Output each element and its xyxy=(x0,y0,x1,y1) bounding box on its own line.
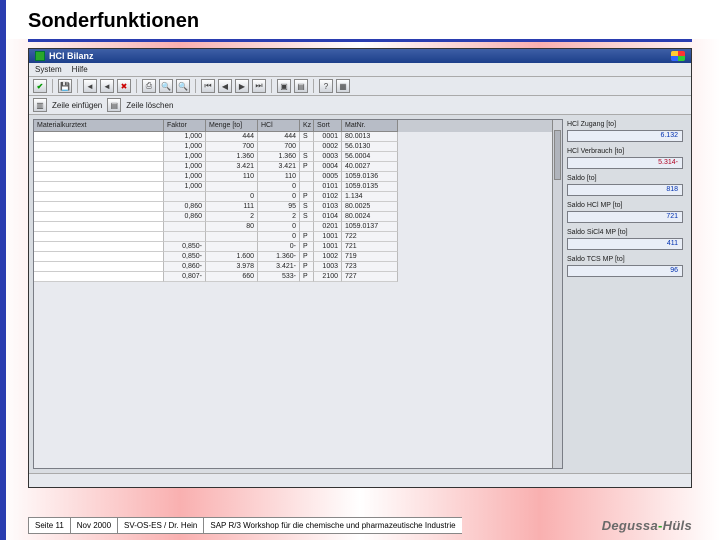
layout-icon[interactable]: ▦ xyxy=(336,79,350,93)
cancel-icon[interactable]: ✖ xyxy=(117,79,131,93)
table-row[interactable]: 0,850-0-P1001721 xyxy=(34,242,552,252)
menubar[interactable]: System Hilfe xyxy=(29,63,691,77)
delete-row-icon[interactable]: ▤ xyxy=(107,98,121,112)
col-hcl[interactable]: HCl xyxy=(258,120,300,132)
summary-field: HCl Zugang [to]6.132 xyxy=(567,121,683,142)
find-icon[interactable]: 🔍 xyxy=(159,79,173,93)
company-logo: Degussa-Hüls xyxy=(602,518,692,533)
table-row[interactable]: 0,807-660533-P2100727 xyxy=(34,272,552,282)
menu-system[interactable]: System xyxy=(35,65,62,74)
slide-footer: Seite 11 Nov 2000 SV-OS-ES / Dr. Hein SA… xyxy=(0,517,720,534)
footer-event: SAP R/3 Workshop für die chemische und p… xyxy=(203,517,461,534)
summary-field: Saldo TCS MP [to]96 xyxy=(567,256,683,277)
main-toolbar: ✔ 💾 ◄ ◄ ✖ ⎙ 🔍 🔍 ⏮ ◀ ▶ ⏭ ▣ ▤ ? ▦ xyxy=(29,77,691,96)
help-icon[interactable]: ? xyxy=(319,79,333,93)
new-session-icon[interactable]: ▣ xyxy=(277,79,291,93)
window-titlebar: HCl Bilanz xyxy=(29,49,691,63)
table-row[interactable]: 0,850-1.6001.360-P1002719 xyxy=(34,252,552,262)
next-page-icon[interactable]: ▶ xyxy=(235,79,249,93)
footer-date: Nov 2000 xyxy=(70,517,117,534)
ok-button[interactable]: ✔ xyxy=(33,79,47,93)
prev-page-icon[interactable]: ◀ xyxy=(218,79,232,93)
divider xyxy=(28,39,692,42)
table-row[interactable]: 80002011059.0137 xyxy=(34,222,552,232)
table-row[interactable]: 0,860-3.9783.421-P1003723 xyxy=(34,262,552,272)
menu-help[interactable]: Hilfe xyxy=(72,65,88,74)
save-icon[interactable]: 💾 xyxy=(58,79,72,93)
vertical-scrollbar[interactable] xyxy=(552,120,562,468)
table-row[interactable]: 0P1001722 xyxy=(34,232,552,242)
col-material[interactable]: Materialkurztext xyxy=(34,120,164,132)
exit-icon[interactable]: ◄ xyxy=(100,79,114,93)
summary-field: Saldo [to]818 xyxy=(567,175,683,196)
app-toolbar: ▥ Zeile einfügen ▤ Zeile löschen xyxy=(29,96,691,115)
table-row[interactable]: 00P01021.134 xyxy=(34,192,552,202)
col-matnr[interactable]: MatNr. xyxy=(342,120,398,132)
statusbar xyxy=(29,473,691,487)
delete-row-label[interactable]: Zeile löschen xyxy=(124,101,175,110)
table-row[interactable]: 0,86022S010480.0024 xyxy=(34,212,552,222)
col-sort[interactable]: Sort xyxy=(314,120,342,132)
window-title: HCl Bilanz xyxy=(49,51,94,61)
grid-header: Materialkurztext Faktor Menge [to] HCl K… xyxy=(34,120,552,132)
back-icon[interactable]: ◄ xyxy=(83,79,97,93)
table-row[interactable]: 1,000001011059.0135 xyxy=(34,182,552,192)
table-row[interactable]: 0,86011195S010380.0025 xyxy=(34,202,552,212)
col-kz[interactable]: Kz xyxy=(300,120,314,132)
table-row[interactable]: 1,000444444S000180.0013 xyxy=(34,132,552,142)
table-row[interactable]: 1,0001.3601.360S000356.0004 xyxy=(34,152,552,162)
table-row[interactable]: 1,0003.4213.421P000440.0027 xyxy=(34,162,552,172)
last-page-icon[interactable]: ⏭ xyxy=(252,79,266,93)
insert-row-label[interactable]: Zeile einfügen xyxy=(50,101,104,110)
first-page-icon[interactable]: ⏮ xyxy=(201,79,215,93)
app-icon xyxy=(35,51,45,61)
shortcut-icon[interactable]: ▤ xyxy=(294,79,308,93)
summary-field: Saldo SiCl4 MP [to]411 xyxy=(567,229,683,250)
col-faktor[interactable]: Faktor xyxy=(164,120,206,132)
slide-title: Sonderfunktionen xyxy=(0,0,720,39)
sap-window: HCl Bilanz System Hilfe ✔ 💾 ◄ ◄ ✖ ⎙ 🔍 🔍 … xyxy=(28,48,692,488)
table-row[interactable]: 1,00011011000051059.0136 xyxy=(34,172,552,182)
summary-panel: HCl Zugang [to]6.132 HCl Verbrauch [to]5.… xyxy=(567,119,687,469)
table-row[interactable]: 1,000700700000256.0130 xyxy=(34,142,552,152)
footer-page: Seite 11 xyxy=(28,517,70,534)
summary-field: Saldo HCl MP [to]721 xyxy=(567,202,683,223)
data-grid[interactable]: Materialkurztext Faktor Menge [to] HCl K… xyxy=(33,119,563,469)
sap-logo-icon xyxy=(671,51,685,61)
insert-row-icon[interactable]: ▥ xyxy=(33,98,47,112)
footer-author: SV-OS-ES / Dr. Hein xyxy=(117,517,203,534)
col-menge[interactable]: Menge [to] xyxy=(206,120,258,132)
find-next-icon[interactable]: 🔍 xyxy=(176,79,190,93)
summary-field: HCl Verbrauch [to]5.314- xyxy=(567,148,683,169)
print-icon[interactable]: ⎙ xyxy=(142,79,156,93)
